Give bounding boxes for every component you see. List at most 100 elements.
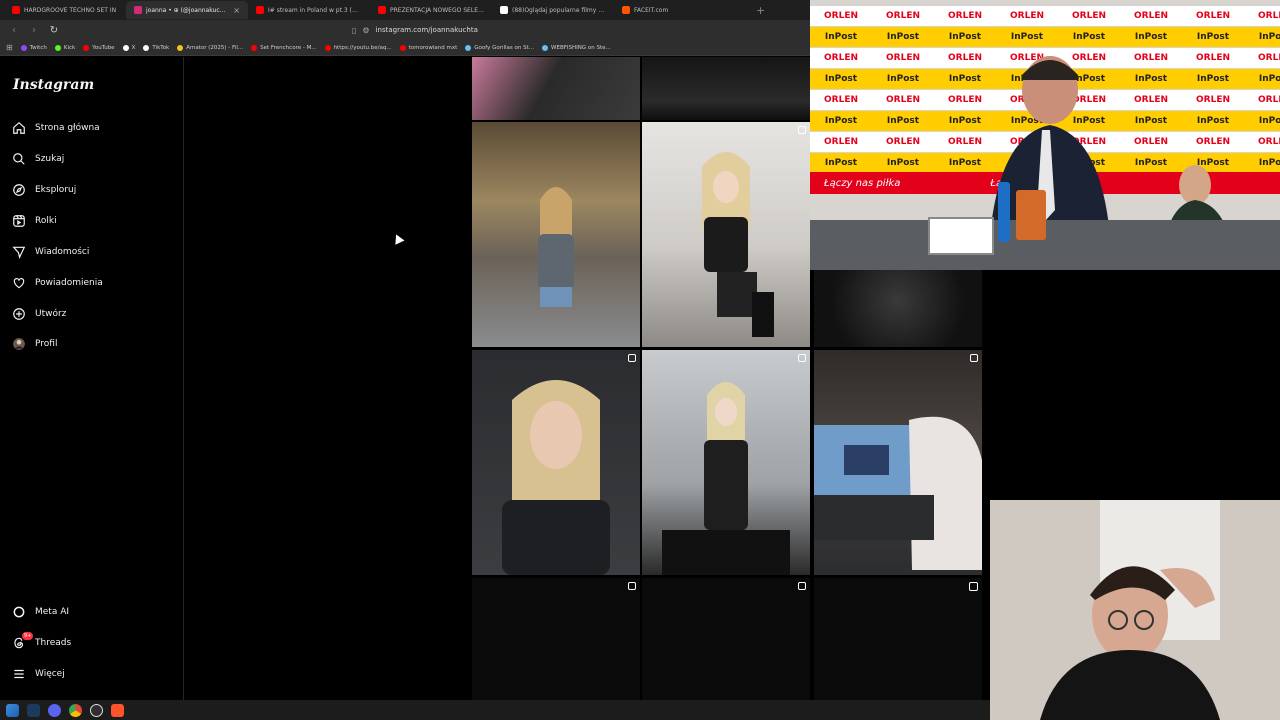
bookmark-item[interactable]: Kick xyxy=(54,44,76,51)
address-bar[interactable]: ▯ ⚙ instagram.com/joannakuchta xyxy=(352,23,807,37)
bookmark-favicon-icon xyxy=(324,44,331,51)
nav-item-meta-ai[interactable]: Meta AI xyxy=(12,602,69,622)
inpost-logo: InPost xyxy=(1244,153,1280,173)
grid-post-9[interactable] xyxy=(472,578,640,700)
sponsor-row: InPostInPostInPostInPostInPostInPostInPo… xyxy=(810,27,1280,47)
browser-tab[interactable]: joanna • ⊕ (@joannakuchta) • Z× xyxy=(126,1,248,19)
tab-title: FACEIT.com xyxy=(634,6,669,14)
search-icon xyxy=(13,153,25,165)
grid-post-1[interactable] xyxy=(472,57,640,120)
browser-tab[interactable]: HARDGROOVE TECHNO SET IN xyxy=(4,1,126,19)
site-info-icon[interactable]: ⚙ xyxy=(362,26,369,35)
orlen-logo: ORLEN xyxy=(1244,90,1280,110)
grid-post-3[interactable] xyxy=(472,122,640,347)
url-text[interactable]: instagram.com/joannakuchta xyxy=(376,26,478,34)
grid-post-8[interactable] xyxy=(814,350,982,575)
nav-item-reels[interactable]: Rolki xyxy=(12,211,57,231)
bookmark-item[interactable]: X xyxy=(122,44,135,51)
bookmark-favicon-icon xyxy=(143,44,150,51)
meta-ai-icon xyxy=(13,606,25,618)
inpost-logo: InPost xyxy=(1182,27,1244,47)
tab-title: joanna • ⊕ (@joannakuchta) • Z xyxy=(146,6,230,14)
instagram-logo[interactable]: Instagram xyxy=(13,77,94,93)
tab-favicon-icon xyxy=(622,6,630,14)
inpost-logo: InPost xyxy=(1182,111,1244,131)
grid-post-11[interactable] xyxy=(814,578,982,700)
steam-icon[interactable] xyxy=(27,703,40,717)
photo-blonde-portrait xyxy=(502,380,610,575)
bookmark-label: Kick xyxy=(63,44,76,51)
nav-item-home[interactable]: Strona główna xyxy=(12,118,100,138)
nav-item-explore[interactable]: Eksploruj xyxy=(12,180,76,200)
threads-icon-wrap: 9+ xyxy=(12,632,34,650)
orlen-logo: ORLEN xyxy=(1182,90,1244,110)
browser-tab[interactable]: (88)Oglądaj popularne filmy | TikTok xyxy=(492,1,614,19)
grid-post-10[interactable] xyxy=(642,578,810,700)
grid-post-2[interactable] xyxy=(642,57,810,120)
inpost-logo: InPost xyxy=(810,69,872,89)
windows-icon[interactable] xyxy=(6,703,19,717)
inpost-logo: InPost xyxy=(872,69,934,89)
nav-item-threads[interactable]: 9+ Threads xyxy=(12,632,72,653)
nav-label: Szukaj xyxy=(35,154,65,164)
bookmark-label: YouTube xyxy=(92,44,115,51)
grid-post-6[interactable] xyxy=(472,350,640,575)
bookmark-star-icon[interactable]: ▯ xyxy=(352,26,356,35)
tab-title: I# stream in Poland w pt.3 (Ultimate xyxy=(268,6,362,14)
orlen-logo: ORLEN xyxy=(872,6,934,26)
press-conference-overlay: ORLENORLENORLENORLENORLENORLENORLENORLEN… xyxy=(810,0,1280,270)
multi-photo-icon xyxy=(628,582,636,590)
water-bottle xyxy=(998,182,1010,242)
nav-item-create[interactable]: Utwórz xyxy=(12,304,66,324)
bookmark-item[interactable]: tomorowland mxt xyxy=(399,44,457,51)
bookmark-item[interactable]: Goofy Gorillas on St... xyxy=(465,44,535,51)
nav-item-search[interactable]: Szukaj xyxy=(12,149,64,169)
nav-item-profile[interactable]: Profil xyxy=(12,334,57,354)
table-nameplate xyxy=(928,217,994,255)
apps-grid-icon[interactable]: ⊞ xyxy=(6,43,13,52)
bookmark-item[interactable]: YouTube xyxy=(83,44,115,51)
nav-label: Utwórz xyxy=(35,309,67,319)
bookmark-item[interactable]: Set Frenchcore - M... xyxy=(251,44,317,51)
orlen-logo: ORLEN xyxy=(810,132,872,152)
grid-post-4[interactable] xyxy=(642,122,810,347)
bookmark-item[interactable]: WEBFISHING on Ste... xyxy=(542,44,611,51)
inpost-logo: InPost xyxy=(872,27,934,47)
bookmark-item[interactable]: Twitch xyxy=(20,44,47,51)
reels-icon xyxy=(13,215,25,227)
bookmark-item[interactable]: https://youtu.be/aq... xyxy=(324,44,392,51)
bookmark-favicon-icon xyxy=(542,44,549,51)
grid-post-7[interactable] xyxy=(642,350,810,575)
bookmark-item[interactable]: TikTok xyxy=(143,44,170,51)
obs-icon[interactable] xyxy=(90,703,103,717)
browser-tab[interactable]: FACEIT.com xyxy=(614,1,736,19)
inpost-logo: InPost xyxy=(872,153,934,173)
discord-icon[interactable] xyxy=(48,703,61,717)
new-tab-button[interactable]: + xyxy=(756,4,765,17)
reload-icon[interactable]: ↻ xyxy=(48,25,60,36)
messages-icon xyxy=(12,246,26,259)
forward-icon[interactable]: › xyxy=(28,25,40,36)
brave-icon[interactable] xyxy=(111,703,124,717)
bookmark-item[interactable]: Amator (2025) - Fil... xyxy=(177,44,243,51)
tab-close-icon[interactable]: × xyxy=(233,6,240,15)
nav-item-messages[interactable]: Wiadomości xyxy=(12,242,89,262)
bookmark-label: TikTok xyxy=(152,44,170,51)
reel-icon xyxy=(969,582,978,591)
browser-tab[interactable]: PREZENTACJA NOWEGO SELEKC xyxy=(370,1,492,19)
bookmark-favicon-icon xyxy=(251,44,258,51)
nav-item-more[interactable]: Więcej xyxy=(12,664,65,684)
orlen-logo: ORLEN xyxy=(1244,6,1280,26)
browser-tab[interactable]: I# stream in Poland w pt.3 (Ultimate xyxy=(248,1,370,19)
nav-item-notifications[interactable]: Powiadomienia xyxy=(12,273,103,293)
notification-badge: 9+ xyxy=(22,632,34,640)
bookmark-label: Goofy Gorillas on St... xyxy=(474,44,535,51)
orlen-logo: ORLEN xyxy=(872,90,934,110)
tab-favicon-icon xyxy=(12,6,20,14)
nav-label: Threads xyxy=(35,638,72,648)
tab-favicon-icon xyxy=(256,6,264,14)
chrome-icon[interactable] xyxy=(69,703,82,717)
back-icon[interactable]: ‹ xyxy=(8,25,20,36)
grid-post-5[interactable] xyxy=(814,270,982,347)
nav-label: Powiadomienia xyxy=(35,278,103,288)
